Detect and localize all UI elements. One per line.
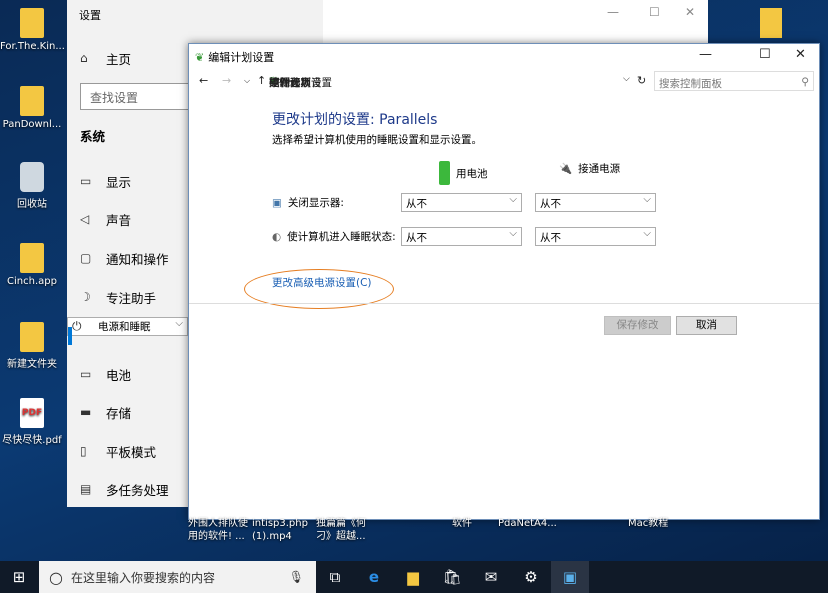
power-icon: ⏻ (72, 319, 82, 333)
chevron-down-icon[interactable]: ⌵ (244, 76, 250, 86)
forward-arrow-icon[interactable]: → (222, 74, 231, 87)
cancel-button[interactable]: 取消 (676, 316, 737, 335)
minimize-button[interactable]: — (607, 5, 619, 19)
up-arrow-icon[interactable]: ↑ (257, 74, 266, 87)
moon-icon: ☽ (80, 290, 91, 304)
battery-icon: ▭ (80, 367, 92, 381)
taskbar-search-input[interactable]: ○ 在这里输入你要搜索的内容 🎙 (39, 561, 316, 593)
search-icon: ⚲ (801, 76, 809, 88)
divider (189, 303, 819, 304)
folder-icon (20, 322, 44, 352)
control-panel-icon: ❦ (195, 50, 205, 64)
windows-start-icon[interactable]: ⊞ (0, 561, 38, 593)
notification-icon: ▢ (80, 251, 92, 265)
sleep-row: ◐ 使计算机进入睡眠状态: (272, 230, 396, 244)
maximize-button[interactable]: ☐ (649, 5, 660, 19)
folder-icon (20, 86, 44, 116)
close-button[interactable]: ✕ (685, 5, 695, 19)
window-title: 设置 (79, 9, 101, 22)
edit-plan-window: ❦ 编辑计划设置 — ☐ ✕ ← → ⌵ ↑ ❦ › 控制面板 › 硬件和声音 › 电源… (188, 43, 820, 520)
page-title: 更改计划的设置: Parallels (272, 112, 438, 128)
tablet-icon: ▯ (80, 444, 87, 458)
desktop-icon-label[interactable]: PdaNetA4... (498, 517, 557, 530)
folder-icon (20, 243, 44, 273)
save-button[interactable]: 保存修改 (604, 316, 671, 335)
search-input[interactable]: 搜索控制面板 ⚲ (654, 71, 814, 91)
column-header-plugged: 🔌 接通电源 (559, 163, 621, 175)
close-button[interactable]: ✕ (795, 47, 806, 62)
maximize-button[interactable]: ☐ (759, 47, 771, 62)
breadcrumb[interactable]: ❦ › 控制面板 › 硬件和声音 › 电源选项 › 编辑计划设置 (269, 71, 639, 91)
multitask-icon: ▤ (80, 482, 92, 496)
refresh-icon[interactable]: ↻ (637, 74, 646, 87)
recycle-bin-icon (20, 162, 44, 192)
moon-icon: ◐ (272, 230, 282, 243)
folder-icon (20, 8, 44, 38)
pdf-icon: PDF (20, 398, 44, 428)
desktop-icon[interactable]: Cinch.app (0, 243, 64, 287)
sleep-plugged-select[interactable]: 从不 (535, 227, 656, 246)
sleep-battery-select[interactable]: 从不 (401, 227, 522, 246)
section-heading: 系统 (80, 129, 106, 144)
display-off-plugged-select[interactable]: 从不 (535, 193, 656, 212)
task-view-icon[interactable]: ⧉ (316, 561, 354, 593)
desktop-icon-label[interactable]: 独篇篇《何 刁》超越... (316, 517, 366, 543)
store-icon[interactable]: 🛍 (433, 561, 471, 593)
title-bar: ❦ 编辑计划设置 (195, 50, 275, 65)
desktop-icon-label[interactable]: Mac教程 (628, 517, 668, 530)
desktop-icon-label[interactable]: intisp3.php (1).mp4 (252, 517, 308, 543)
desktop-icon[interactable]: 回收站 (0, 162, 64, 210)
column-header-battery: 用电池 (439, 161, 488, 185)
desktop-icon-label[interactable]: 软件 (452, 517, 472, 530)
battery-icon (439, 161, 450, 185)
display-off-battery-select[interactable]: 从不 (401, 193, 522, 212)
mail-icon[interactable]: ✉ (472, 561, 510, 593)
plug-icon: 🔌 (559, 163, 573, 175)
page-subtitle: 选择希望计算机使用的睡眠设置和显示设置。 (272, 134, 482, 146)
chevron-down-icon[interactable]: ⌵ (623, 74, 630, 84)
monitor-icon: ▭ (80, 174, 92, 188)
edge-icon[interactable]: e (355, 561, 393, 593)
desktop-icon[interactable]: PanDownl... (0, 86, 64, 130)
gear-icon[interactable]: ⚙ (512, 561, 550, 593)
navigation-bar: ← → ⌵ ↑ ❦ › 控制面板 › 硬件和声音 › 电源选项 › 编辑计划设置 ⌵ ↻… (189, 70, 819, 92)
desktop-icon[interactable]: 新建文件夹 (0, 322, 64, 370)
file-explorer-icon[interactable]: ▆ (394, 561, 432, 593)
desktop-icon[interactable]: PDF 尽快尽快.pdf (0, 398, 64, 446)
desktop-icon-label[interactable]: 外围人排队使 用的软件! ... (188, 517, 248, 543)
minimize-button[interactable]: — (699, 47, 712, 62)
sidebar-item-power[interactable]: ⏻ 电源和睡眠 (67, 317, 188, 345)
desktop-icon[interactable]: For.The.Kin... (0, 8, 65, 52)
advanced-power-settings-link[interactable]: 更改高级电源设置(C) (272, 275, 372, 290)
display-off-row: ▣ 关闭显示器: (272, 196, 344, 210)
microphone-icon[interactable]: 🎙 (289, 570, 304, 584)
back-arrow-icon[interactable]: ← (199, 74, 208, 87)
folder-icon[interactable] (760, 8, 782, 38)
monitor-icon: ▣ (272, 196, 282, 209)
home-icon: ⌂ (80, 51, 88, 65)
storage-icon: ▬ (80, 405, 92, 419)
cortana-icon: ○ (49, 567, 63, 587)
breadcrumb-item[interactable]: 编辑计划设置 (269, 75, 332, 90)
control-panel-taskbar-icon[interactable]: ▣ (551, 561, 589, 593)
taskbar: ⊞ ○ 在这里输入你要搜索的内容 🎙 ⧉ e ▆ 🛍 ✉ ⚙ ▣ (0, 561, 828, 593)
speaker-icon: ◁ (80, 212, 90, 226)
